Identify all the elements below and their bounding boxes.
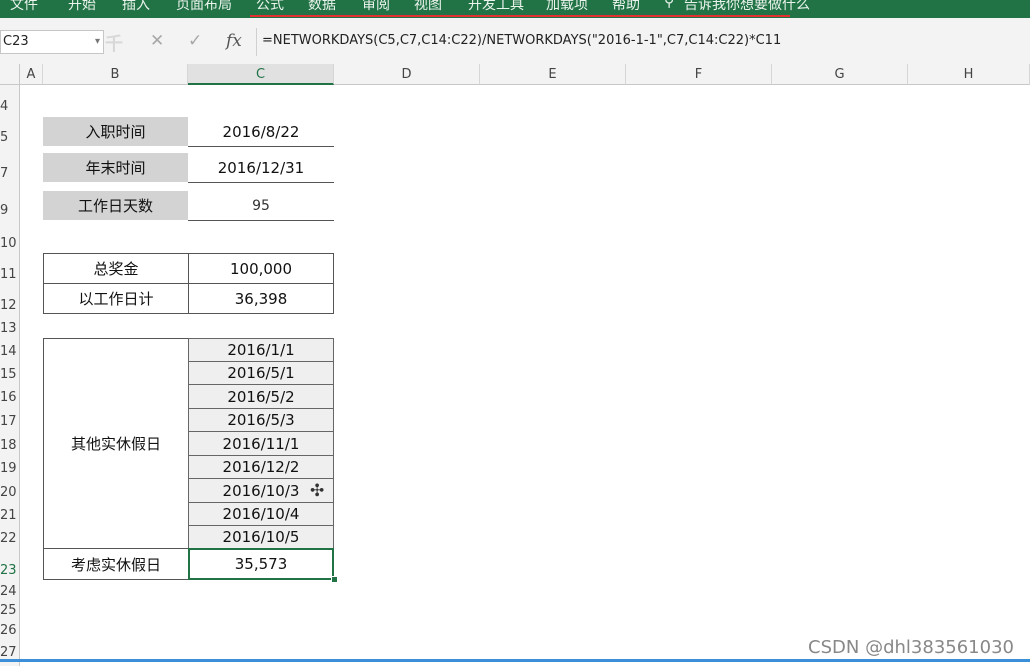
tab-home[interactable]: 开始 bbox=[68, 0, 96, 14]
row-header-5[interactable]: 5 bbox=[0, 130, 20, 145]
workdays-cell[interactable]: 95 bbox=[188, 191, 334, 221]
column-header-f[interactable]: F bbox=[626, 64, 772, 85]
chevron-down-icon[interactable]: ▾ bbox=[95, 31, 100, 53]
year-end-label: 年末时间 bbox=[43, 153, 188, 182]
insert-function-icon[interactable]: fx bbox=[226, 30, 242, 52]
bonus-label: 总奖金 bbox=[43, 253, 189, 284]
tab-data[interactable]: 数据 bbox=[308, 0, 336, 14]
cancel-icon[interactable]: ✕ bbox=[150, 30, 164, 52]
year-end-cell[interactable]: 2016/12/31 bbox=[188, 153, 334, 183]
row-header-17[interactable]: 17 bbox=[0, 414, 20, 429]
tab-insert[interactable]: 插入 bbox=[122, 0, 150, 14]
row-header-13[interactable]: 13 bbox=[0, 321, 20, 336]
holiday-cell[interactable]: 2016/10/4 bbox=[188, 502, 334, 526]
tab-view[interactable]: 视图 bbox=[414, 0, 442, 14]
row-header-20[interactable]: 20 bbox=[0, 485, 20, 500]
select-all-corner[interactable] bbox=[0, 64, 20, 85]
column-header-g[interactable]: G bbox=[772, 64, 908, 85]
watermark: CSDN @dhl383561030 bbox=[808, 637, 1014, 658]
workdays-label: 工作日天数 bbox=[43, 191, 188, 220]
row-header-16[interactable]: 16 bbox=[0, 390, 20, 405]
row-header-23[interactable]: 23 bbox=[0, 563, 20, 578]
ribbon-tabs: 文件 开始 插入 页面布局 公式 数据 审阅 视图 开发工具 加载项 帮助 ⚲ … bbox=[0, 0, 1030, 18]
column-header-b[interactable]: B bbox=[43, 64, 188, 85]
enter-icon[interactable]: ✓ bbox=[188, 30, 202, 52]
formula-bar-divider bbox=[256, 28, 257, 56]
row-header-4[interactable]: 4 bbox=[0, 99, 20, 114]
name-box[interactable]: C23 ▾ bbox=[0, 30, 104, 54]
row-header-9[interactable]: 9 bbox=[0, 203, 20, 218]
tell-me-search-icon[interactable]: ⚲ bbox=[664, 0, 674, 10]
hire-date-cell[interactable]: 2016/8/22 bbox=[188, 117, 334, 147]
row-header-22[interactable]: 22 bbox=[0, 531, 20, 546]
bonus-cell[interactable]: 100,000 bbox=[188, 253, 334, 284]
column-header-e[interactable]: E bbox=[480, 64, 626, 85]
fill-handle[interactable] bbox=[331, 576, 338, 583]
holiday-cell[interactable]: 2016/12/2 bbox=[188, 455, 334, 479]
holiday-cell[interactable]: 2016/1/1 bbox=[188, 338, 334, 362]
column-header-a[interactable]: A bbox=[20, 64, 43, 85]
status-bar-edge bbox=[0, 659, 1030, 662]
row-header-21[interactable]: 21 bbox=[0, 508, 20, 523]
tab-page-layout[interactable]: 页面布局 bbox=[176, 0, 232, 14]
tab-file[interactable]: 文件 bbox=[10, 0, 38, 14]
by-workday-label: 以工作日计 bbox=[43, 283, 189, 314]
row-header-14[interactable]: 14 bbox=[0, 344, 20, 359]
holiday-cell[interactable]: 2016/11/1 bbox=[188, 431, 334, 456]
tab-help[interactable]: 帮助 bbox=[612, 0, 640, 14]
cursor-crosshair-icon: ✣ bbox=[310, 481, 325, 501]
column-header-d[interactable]: D bbox=[334, 64, 480, 85]
row-header-18[interactable]: 18 bbox=[0, 438, 20, 453]
tab-review[interactable]: 审阅 bbox=[362, 0, 390, 14]
hire-date-label: 入职时间 bbox=[43, 117, 188, 146]
row-header-26[interactable]: 26 bbox=[0, 623, 20, 638]
overlay-logo-icon: 千 bbox=[105, 34, 123, 55]
holiday-cell[interactable]: 2016/10/5 bbox=[188, 525, 334, 549]
tab-formulas[interactable]: 公式 bbox=[256, 0, 284, 14]
tab-developer[interactable]: 开发工具 bbox=[468, 0, 524, 14]
name-box-value: C23 bbox=[3, 34, 29, 49]
consider-holidays-label: 考虑实休假日 bbox=[43, 548, 189, 580]
holiday-cell[interactable]: 2016/5/1 bbox=[188, 361, 334, 385]
row-header-19[interactable]: 19 bbox=[0, 461, 20, 476]
formula-input[interactable]: =NETWORKDAYS(C5,C7,C14:C22)/NETWORKDAYS(… bbox=[262, 30, 781, 52]
column-header-c[interactable]: C bbox=[188, 64, 334, 85]
row-header-15[interactable]: 15 bbox=[0, 367, 20, 382]
holiday-cell[interactable]: 2016/5/3 bbox=[188, 408, 334, 432]
annotation-underline bbox=[250, 15, 790, 17]
holidays-label: 其他实休假日 bbox=[43, 338, 189, 549]
tab-addins[interactable]: 加载项 bbox=[546, 0, 588, 14]
row-header-25[interactable]: 25 bbox=[0, 603, 20, 618]
formula-bar: C23 ▾ 千 ✕ ✓ fx =NETWORKDAYS(C5,C7,C14:C2… bbox=[0, 18, 1030, 65]
by-workday-cell[interactable]: 36,398 bbox=[188, 283, 334, 314]
consider-holidays-cell[interactable]: 35,573 bbox=[188, 548, 334, 580]
tell-me-box[interactable]: 告诉我你想要做什么 bbox=[684, 0, 810, 14]
row-header-12[interactable]: 12 bbox=[0, 298, 20, 313]
row-header-11[interactable]: 11 bbox=[0, 267, 20, 282]
row-header-7[interactable]: 7 bbox=[0, 166, 20, 181]
column-header-h[interactable]: H bbox=[908, 64, 1030, 85]
row-header-27[interactable]: 27 bbox=[0, 645, 20, 660]
holiday-cell[interactable]: 2016/5/2 bbox=[188, 384, 334, 409]
row-header-24[interactable]: 24 bbox=[0, 584, 20, 599]
row-header-10[interactable]: 10 bbox=[0, 236, 20, 251]
